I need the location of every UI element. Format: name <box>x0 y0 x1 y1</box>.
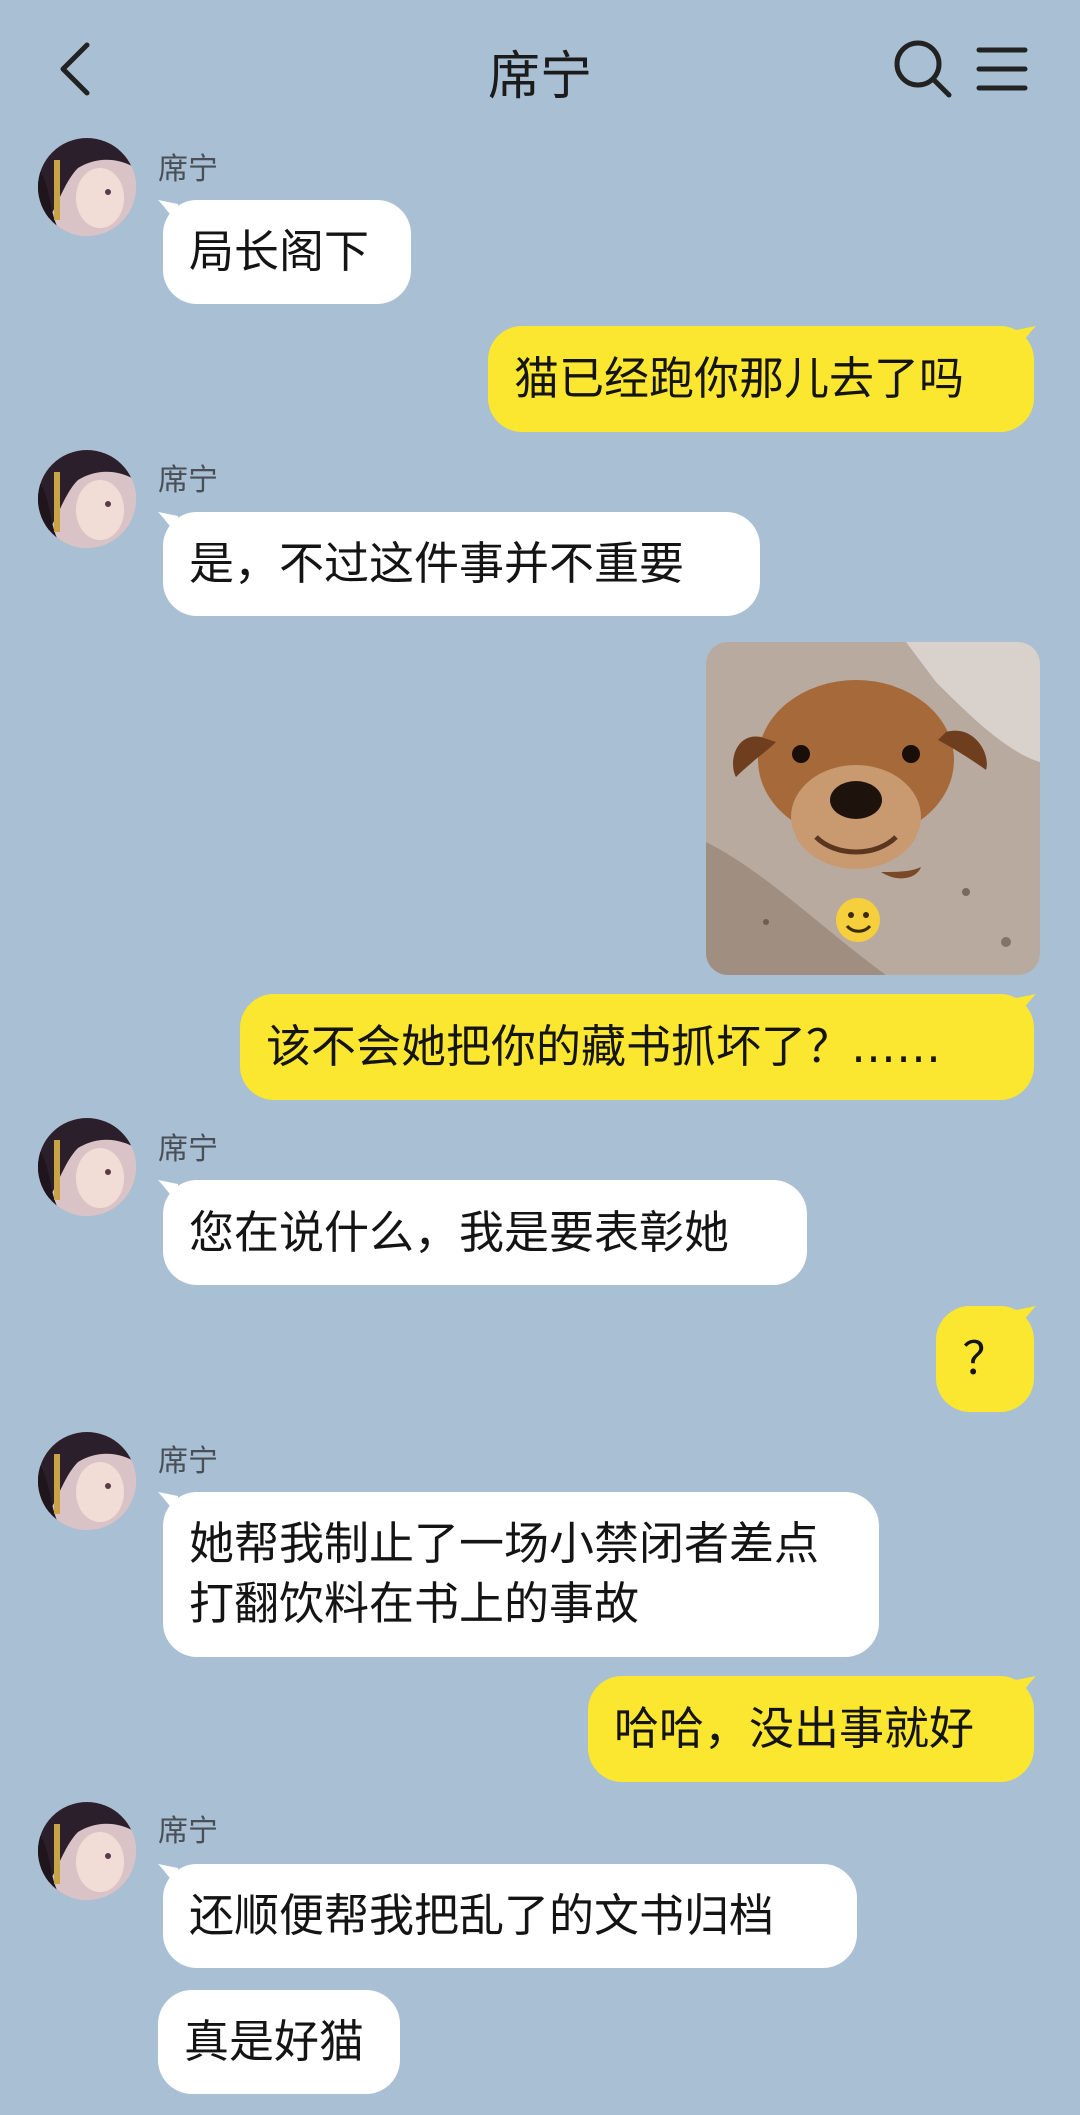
avatar[interactable] <box>38 450 136 548</box>
message-text: 该不会她把你的藏书抓坏了？…… <box>266 1020 942 1073</box>
avatar-portrait-icon <box>38 450 136 548</box>
search-icon <box>894 40 952 98</box>
menu-button[interactable] <box>976 44 1028 94</box>
message-text: 她帮我制止了一场小禁闭者差点打翻饮料在书上的事故 <box>189 1517 820 1630</box>
message-text: 还顺便帮我把乱了的文书归档 <box>189 1889 775 1942</box>
message-text: 局长阁下 <box>189 225 370 278</box>
message-bubble[interactable]: 哈哈，没出事就好 <box>588 1676 1034 1782</box>
message-bubble[interactable]: 她帮我制止了一场小禁闭者差点打翻饮料在书上的事故 <box>163 1492 879 1657</box>
message-bubble[interactable]: 是，不过这件事并不重要 <box>163 512 760 616</box>
avatar-portrait-icon <box>38 1432 136 1530</box>
avatar-portrait-icon <box>38 1118 136 1216</box>
search-button[interactable] <box>892 38 954 100</box>
message-bubble[interactable]: 您在说什么，我是要表彰她 <box>163 1180 807 1285</box>
message-text: 您在说什么，我是要表彰她 <box>189 1205 730 1259</box>
sender-name: 席宁 <box>158 1132 218 1167</box>
avatar[interactable] <box>38 1802 136 1900</box>
message-bubble[interactable]: 局长阁下 <box>163 200 411 304</box>
sender-name: 席宁 <box>158 1814 218 1849</box>
message-bubble[interactable]: 猫已经跑你那儿去了吗 <box>488 326 1034 432</box>
message-text: 哈哈，没出事就好 <box>614 1702 975 1755</box>
message-bubble[interactable]: 还顺便帮我把乱了的文书归档 <box>163 1864 857 1968</box>
avatar-portrait-icon <box>38 138 136 236</box>
message-text: 猫已经跑你那儿去了吗 <box>514 352 965 405</box>
sticker-image[interactable] <box>706 642 1040 975</box>
message-text: 是，不过这件事并不重要 <box>189 537 685 590</box>
message-text: 真是好猫 <box>184 2015 365 2068</box>
message-bubble[interactable]: ？ <box>936 1306 1034 1412</box>
top-bar: 席宁 <box>0 0 1080 140</box>
hamburger-menu-icon <box>976 47 1028 91</box>
avatar-portrait-icon <box>38 1802 136 1900</box>
message-bubble[interactable]: 该不会她把你的藏书抓坏了？…… <box>240 994 1034 1100</box>
message-text: ？ <box>962 1332 1008 1385</box>
sender-name: 席宁 <box>158 1444 218 1479</box>
message-bubble[interactable]: 真是好猫 <box>158 1990 400 2094</box>
puppy-smile-sticker <box>706 642 1040 975</box>
sender-name: 席宁 <box>158 152 218 187</box>
avatar[interactable] <box>38 1118 136 1216</box>
avatar[interactable] <box>38 1432 136 1530</box>
avatar[interactable] <box>38 138 136 236</box>
sender-name: 席宁 <box>158 463 218 498</box>
